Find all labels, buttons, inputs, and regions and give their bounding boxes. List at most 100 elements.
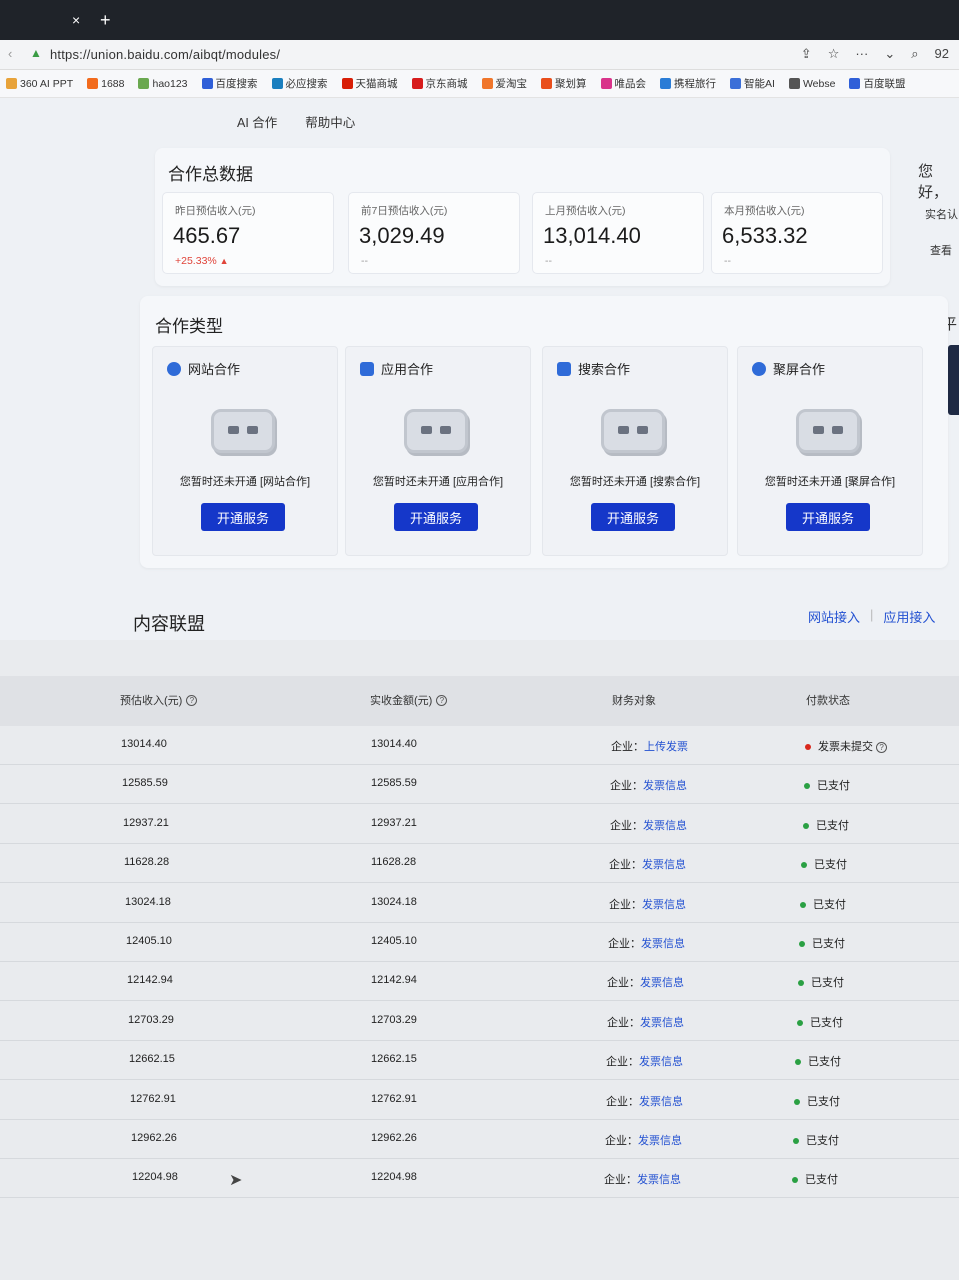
bookmark-favicon-icon bbox=[660, 78, 672, 89]
help-icon[interactable]: ? bbox=[876, 742, 888, 753]
cell-received: 12662.15 bbox=[371, 1053, 417, 1066]
bookmark-item[interactable]: 必应搜索 bbox=[271, 76, 328, 91]
invoice-link[interactable]: 发票信息 bbox=[637, 1174, 681, 1186]
content-alliance-title: 内容联盟 bbox=[133, 614, 205, 634]
cell-received: 12142.94 bbox=[371, 974, 417, 987]
nav-help-center[interactable]: 帮助中心 bbox=[305, 112, 355, 131]
bookmark-item[interactable]: hao123 bbox=[138, 77, 188, 90]
new-tab-icon[interactable]: + bbox=[100, 10, 111, 31]
status-badge: 已支付 bbox=[807, 1095, 840, 1108]
cell-payment-status: 已支付 bbox=[800, 896, 846, 912]
bookmark-label: hao123 bbox=[152, 77, 188, 90]
types-title: 合作类型 bbox=[155, 317, 223, 336]
greeting-text: 您好， bbox=[918, 163, 949, 201]
table-row: 12585.59 12585.59 企业：发票信息 已支付 bbox=[0, 765, 959, 805]
invoice-link[interactable]: 发票信息 bbox=[640, 1017, 684, 1029]
stat-change: -- bbox=[545, 255, 552, 267]
more-icon[interactable]: ··· bbox=[855, 46, 868, 62]
stat-value: 465.67 bbox=[173, 223, 241, 248]
cell-payment-status: 已支付 bbox=[803, 817, 849, 833]
type-card-message: 您暂时还未开通 [聚屏合作] bbox=[764, 476, 896, 488]
invoice-link[interactable]: 发票信息 bbox=[642, 899, 686, 911]
invoice-link[interactable]: 发票信息 bbox=[643, 780, 687, 792]
chevron-down-icon[interactable]: ⌄ bbox=[884, 46, 895, 62]
bookmark-label: 必应搜索 bbox=[285, 78, 328, 90]
invoice-link[interactable]: 发票信息 bbox=[643, 820, 687, 832]
type-card-message: 您暂时还未开通 [网站合作] bbox=[179, 476, 311, 488]
status-badge: 已支付 bbox=[808, 1056, 841, 1069]
view-link[interactable]: 查看 bbox=[930, 242, 952, 258]
share-icon[interactable]: ⇪ bbox=[801, 46, 812, 62]
cell-payment-status: 已支付 bbox=[804, 777, 850, 793]
cell-estimated: 12962.26 bbox=[131, 1132, 177, 1144]
status-dot-icon bbox=[804, 783, 810, 790]
cell-finance-object: 企业：发票信息 bbox=[605, 1132, 682, 1148]
bookmark-label: 唯品会 bbox=[614, 78, 647, 90]
bookmark-item[interactable]: 唯品会 bbox=[600, 76, 647, 91]
invoice-link[interactable]: 发票信息 bbox=[638, 1135, 682, 1147]
bookmark-item[interactable]: 百度搜索 bbox=[201, 76, 258, 91]
open-service-button[interactable]: 开通服务 bbox=[786, 503, 870, 531]
open-service-button[interactable]: 开通服务 bbox=[394, 503, 478, 531]
cell-finance-object: 企业：发票信息 bbox=[606, 1053, 683, 1069]
invoice-link[interactable]: 发票信息 bbox=[641, 938, 685, 950]
bookmark-favicon-icon bbox=[87, 78, 99, 89]
type-card: 聚屏合作 您暂时还未开通 [聚屏合作] 开通服务 bbox=[737, 346, 923, 556]
app-access-link[interactable]: 应用接入 bbox=[883, 607, 935, 626]
content-links: 网站接入 | 应用接入 bbox=[808, 607, 935, 626]
cell-payment-status: 已支付 bbox=[792, 1171, 838, 1187]
tab-close-icon[interactable]: × bbox=[72, 12, 80, 28]
bookmark-item[interactable]: 智能AI bbox=[730, 76, 775, 91]
cell-payment-status: 已支付 bbox=[793, 1132, 839, 1148]
table-row: 12405.10 12405.10 企业：发票信息 已支付 bbox=[0, 923, 959, 962]
open-service-button[interactable]: 开通服务 bbox=[201, 503, 285, 531]
bookmark-item[interactable]: 爱淘宝 bbox=[481, 76, 527, 91]
cell-estimated: 12762.91 bbox=[130, 1092, 176, 1105]
cell-payment-status: 发票未提交 ? bbox=[805, 738, 888, 754]
bookmark-item[interactable]: 携程旅行 bbox=[660, 76, 716, 91]
bookmark-favicon-icon bbox=[411, 78, 423, 89]
cell-payment-status: 已支付 bbox=[795, 1053, 841, 1069]
url-field[interactable]: https://union.baidu.com/aibqt/modules/ bbox=[50, 47, 280, 62]
help-icon[interactable]: ? bbox=[436, 694, 448, 706]
stat-card-last-month: 上月预估收入(元) 13,014.40 -- bbox=[532, 192, 704, 274]
favorite-star-icon[interactable]: ☆ bbox=[828, 46, 840, 62]
back-icon[interactable]: ‹ bbox=[8, 46, 12, 61]
site-access-link[interactable]: 网站接入 bbox=[808, 607, 860, 626]
side-banner[interactable] bbox=[948, 345, 959, 415]
header-finance-object: 财务对象 bbox=[612, 695, 656, 707]
bookmark-label: 百度联盟 bbox=[863, 78, 906, 90]
stat-value: 13,014.40 bbox=[543, 223, 641, 248]
cell-received: 12585.59 bbox=[371, 777, 417, 790]
entity-label: 企业： bbox=[606, 1095, 639, 1108]
search-icon[interactable]: ⌕ bbox=[911, 46, 918, 62]
entity-label: 企业： bbox=[611, 741, 644, 753]
status-dot-icon bbox=[800, 901, 806, 908]
entity-label: 企业： bbox=[605, 1135, 638, 1147]
open-service-button[interactable]: 开通服务 bbox=[591, 503, 675, 531]
bookmark-label: 京东商城 bbox=[425, 78, 468, 90]
invoice-link[interactable]: 上传发票 bbox=[644, 741, 688, 753]
status-badge: 已支付 bbox=[811, 977, 844, 990]
header-estimated: 预估收入(元)? bbox=[120, 692, 198, 708]
invoice-link[interactable]: 发票信息 bbox=[639, 1056, 683, 1068]
help-icon[interactable]: ? bbox=[186, 694, 198, 706]
bookmark-item[interactable]: 天猫商城 bbox=[341, 76, 398, 91]
bookmark-item[interactable]: 京东商城 bbox=[411, 76, 468, 91]
nav-ai-cooperation[interactable]: AI 合作 bbox=[237, 112, 277, 131]
screen-icon bbox=[752, 361, 766, 376]
invoice-link[interactable]: 发票信息 bbox=[639, 1096, 683, 1108]
entity-label: 企业： bbox=[609, 859, 642, 872]
table-row: 12703.29 12703.29 企业：发票信息 已支付 bbox=[0, 1002, 959, 1041]
real-name-text[interactable]: 实名认 bbox=[925, 206, 958, 222]
invoice-link[interactable]: 发票信息 bbox=[642, 859, 686, 871]
stat-card-7days: 前7日预估收入(元) 3,029.49 -- bbox=[348, 192, 520, 274]
cell-finance-object: 企业：上传发票 bbox=[611, 738, 688, 754]
invoice-link[interactable]: 发票信息 bbox=[640, 977, 684, 989]
bookmark-item[interactable]: 百度联盟 bbox=[849, 76, 905, 91]
bookmark-item[interactable]: 聚划算 bbox=[541, 76, 587, 91]
bookmark-item[interactable]: Webse bbox=[788, 78, 835, 90]
bookmark-item[interactable]: 1688 bbox=[87, 78, 124, 90]
bookmark-favicon-icon bbox=[138, 78, 150, 89]
bookmark-item[interactable]: 360 AI PPT bbox=[6, 78, 73, 90]
